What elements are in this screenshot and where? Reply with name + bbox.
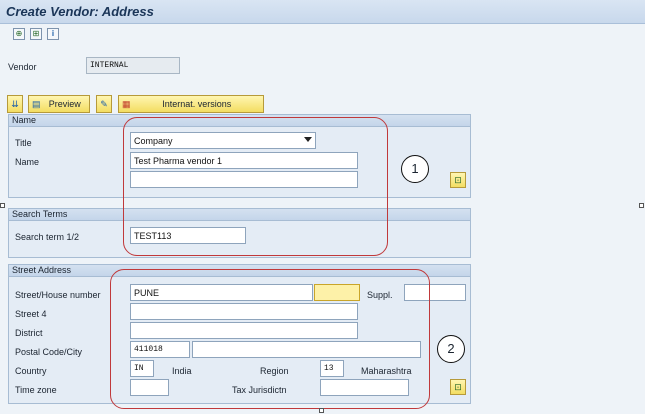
internat-versions-button[interactable]: ▦ Internat. versions xyxy=(118,95,264,113)
info-icon[interactable]: i xyxy=(47,28,59,40)
postal-city-label: Postal Code/City xyxy=(15,347,83,357)
time-zone-label: Time zone xyxy=(15,385,57,395)
annotation-highlight-1 xyxy=(123,117,388,256)
window-title: Create Vendor: Address xyxy=(6,4,154,19)
internat-label: Internat. versions xyxy=(162,99,232,109)
vendor-field: INTERNAL xyxy=(86,57,180,74)
search-term-label: Search term 1/2 xyxy=(15,232,80,242)
street-label: Street/House number xyxy=(15,290,101,300)
resize-handle-bottom xyxy=(319,408,324,413)
copy-entry-icon[interactable]: ⊞ xyxy=(30,28,42,40)
title-label: Title xyxy=(15,138,32,148)
country-label: Country xyxy=(15,366,47,376)
internat-icon: ▦ xyxy=(122,99,131,109)
annotation-marker-2: 2 xyxy=(437,335,465,363)
name-label: Name xyxy=(15,157,40,167)
preview-button[interactable]: ▤ Preview xyxy=(28,95,90,113)
expand-address-button[interactable]: ⊡ xyxy=(450,379,466,395)
collapse-icon[interactable]: ⇊ xyxy=(7,95,23,113)
street4-label: Street 4 xyxy=(15,309,47,319)
annotation-marker-1: 1 xyxy=(401,155,429,183)
resize-handle-right xyxy=(639,203,644,208)
resize-handle-left xyxy=(0,203,5,208)
vendor-label: Vendor xyxy=(8,62,37,72)
district-label: District xyxy=(15,328,43,338)
preview-label: Preview xyxy=(48,99,81,109)
expand-name-button[interactable]: ⊡ xyxy=(450,172,466,188)
lock-icon[interactable]: ✎ xyxy=(96,95,112,113)
preview-icon: ▤ xyxy=(32,99,41,109)
annotation-highlight-2 xyxy=(110,269,430,409)
title-bar: Create Vendor: Address xyxy=(0,0,645,24)
new-entry-icon[interactable]: ⊕ xyxy=(13,28,25,40)
